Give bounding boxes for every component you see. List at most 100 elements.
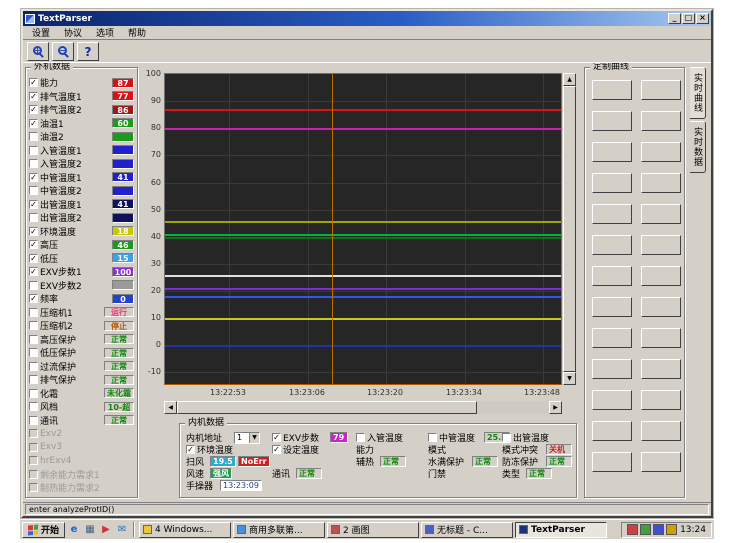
outdoor-row-checkbox[interactable] [29, 213, 38, 222]
taskbar-clock[interactable]: 13:24 [680, 525, 706, 535]
outdoor-row-checkbox[interactable] [29, 416, 38, 425]
v-scroll-down-button[interactable]: ▼ [563, 372, 576, 385]
outdoor-row-checkbox[interactable]: ✓ [29, 267, 38, 276]
close-button[interactable]: × [696, 13, 709, 24]
outdoor-row-checkbox[interactable] [29, 186, 38, 195]
indoor-select[interactable]: 1▼ [234, 432, 260, 444]
h-scroll-right-button[interactable]: ▶ [549, 401, 562, 414]
v-scrollbar[interactable]: ▲▼ [563, 73, 576, 385]
help-button[interactable]: ? [77, 42, 99, 61]
custom-curve-slot[interactable] [592, 297, 632, 317]
side-tab-realtime-curve[interactable]: 实时曲线 [690, 67, 706, 119]
tray-icon-3[interactable] [653, 524, 664, 535]
task-button-4[interactable]: TextParser [515, 522, 607, 538]
custom-curve-slot[interactable] [592, 390, 632, 410]
indoor-check[interactable]: ✓设定温度 [272, 444, 319, 455]
outdoor-row-checkbox[interactable] [29, 375, 38, 384]
task-button-3[interactable]: 无标题 - C... [421, 522, 513, 538]
custom-curve-slot[interactable] [641, 328, 681, 348]
outdoor-row-checkbox[interactable] [29, 146, 38, 155]
indoor-checkbox[interactable]: ✓ [272, 433, 281, 442]
task-button-2[interactable]: 2 画图 [327, 522, 419, 538]
outdoor-row-checkbox[interactable] [29, 159, 38, 168]
tray-icon-1[interactable] [627, 524, 638, 535]
outdoor-row-checkbox[interactable]: ✓ [29, 240, 38, 249]
title-bar[interactable]: TextParser _□× [23, 11, 711, 26]
custom-curve-slot[interactable] [641, 390, 681, 410]
indoor-check[interactable]: 出管温度 [502, 432, 549, 443]
media-player-icon[interactable]: ▶ [99, 523, 113, 537]
outdoor-row-checkbox[interactable] [29, 362, 38, 371]
ie-icon[interactable]: e [67, 523, 81, 537]
outdoor-row-checkbox[interactable] [29, 389, 38, 398]
indoor-check[interactable]: 入管温度 [356, 432, 403, 443]
outdoor-row-checkbox[interactable]: ✓ [29, 200, 38, 209]
outdoor-row-checkbox[interactable]: ✓ [29, 105, 38, 114]
zoom-in-button[interactable]: + [27, 42, 49, 61]
tray-icon-2[interactable] [640, 524, 651, 535]
start-button[interactable]: 开始 [22, 522, 65, 538]
custom-curve-slot[interactable] [592, 204, 632, 224]
outdoor-row-checkbox[interactable] [29, 348, 38, 357]
indoor-checkbox[interactable] [502, 433, 511, 442]
chart-plot[interactable] [164, 73, 562, 385]
outdoor-row-checkbox[interactable]: ✓ [29, 294, 38, 303]
custom-curve-slot[interactable] [592, 111, 632, 131]
custom-curve-slot[interactable] [641, 266, 681, 286]
custom-curve-slot[interactable] [592, 359, 632, 379]
outdoor-row-checkbox[interactable] [29, 402, 38, 411]
v-scroll-thumb[interactable] [563, 86, 576, 372]
custom-curve-slot[interactable] [592, 235, 632, 255]
outdoor-row-checkbox[interactable] [29, 132, 38, 141]
custom-curve-slot[interactable] [641, 173, 681, 193]
custom-curve-slot[interactable] [592, 328, 632, 348]
show-desktop-icon[interactable]: ▦ [83, 523, 97, 537]
menu-item-settings[interactable]: 设置 [25, 25, 57, 40]
custom-curve-slot[interactable] [641, 142, 681, 162]
menu-item-protocol[interactable]: 协议 [57, 25, 89, 40]
custom-curve-slot[interactable] [641, 359, 681, 379]
outdoor-row-checkbox[interactable] [29, 281, 38, 290]
outdoor-row-checkbox[interactable]: ✓ [29, 92, 38, 101]
custom-curve-slot[interactable] [592, 173, 632, 193]
custom-curve-slot[interactable] [592, 80, 632, 100]
dropdown-arrow-icon[interactable]: ▼ [249, 433, 259, 443]
side-tab-realtime-data[interactable]: 实时数据 [690, 121, 706, 173]
menu-item-options[interactable]: 选项 [89, 25, 121, 40]
custom-curve-slot[interactable] [592, 421, 632, 441]
indoor-check[interactable]: ✓EXV步数 [272, 432, 319, 443]
custom-curve-slot[interactable] [641, 204, 681, 224]
outdoor-row-checkbox[interactable]: ✓ [29, 119, 38, 128]
custom-curve-slot[interactable] [641, 421, 681, 441]
h-scroll-thumb[interactable] [177, 401, 477, 414]
v-scroll-up-button[interactable]: ▲ [563, 73, 576, 86]
task-button-0[interactable]: 4 Windows... [139, 522, 231, 538]
custom-curve-slot[interactable] [592, 266, 632, 286]
outdoor-row-checkbox[interactable] [29, 321, 38, 330]
outdoor-row-checkbox[interactable]: ✓ [29, 78, 38, 87]
mail-icon[interactable]: ✉ [115, 523, 129, 537]
custom-curve-slot[interactable] [592, 452, 632, 472]
indoor-check[interactable]: 中管温度 [428, 432, 475, 443]
zoom-out-button[interactable]: − [52, 42, 74, 61]
outdoor-row-checkbox[interactable]: ✓ [29, 173, 38, 182]
chart-cursor[interactable] [332, 74, 333, 384]
indoor-checkbox[interactable] [356, 433, 365, 442]
h-scroll-left-button[interactable]: ◀ [164, 401, 177, 414]
custom-curve-slot[interactable] [641, 452, 681, 472]
indoor-checkbox[interactable]: ✓ [272, 445, 281, 454]
minimize-button[interactable]: _ [668, 13, 681, 24]
custom-curve-slot[interactable] [641, 111, 681, 131]
outdoor-row-checkbox[interactable]: ✓ [29, 254, 38, 263]
custom-curve-slot[interactable] [641, 80, 681, 100]
indoor-check[interactable]: ✓环境温度 [186, 444, 233, 455]
menu-item-help[interactable]: 帮助 [121, 25, 153, 40]
custom-curve-slot[interactable] [592, 142, 632, 162]
outdoor-row-checkbox[interactable] [29, 308, 38, 317]
outdoor-row-checkbox[interactable] [29, 335, 38, 344]
indoor-checkbox[interactable] [428, 433, 437, 442]
task-button-1[interactable]: 商用多联第... [233, 522, 325, 538]
indoor-checkbox[interactable]: ✓ [186, 445, 195, 454]
custom-curve-slot[interactable] [641, 297, 681, 317]
custom-curve-slot[interactable] [641, 235, 681, 255]
